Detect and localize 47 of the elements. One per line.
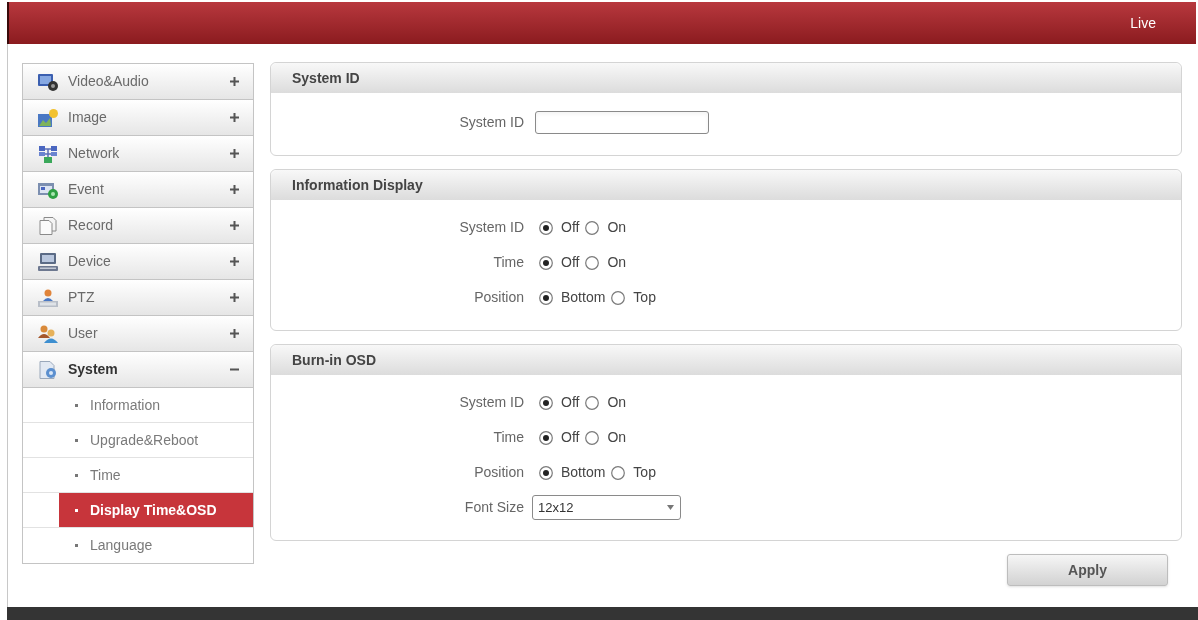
radio-option[interactable]: Bottom bbox=[539, 462, 606, 483]
radio-option[interactable]: Top bbox=[611, 462, 656, 483]
radio-option[interactable]: Off bbox=[539, 392, 580, 413]
caret-icon bbox=[667, 505, 674, 510]
radio-option[interactable]: Off bbox=[539, 427, 580, 448]
bullet-icon bbox=[75, 438, 78, 442]
bullet-icon bbox=[75, 473, 78, 477]
window-badge-icon bbox=[38, 180, 58, 199]
sidebar-subitem[interactable]: Upgrade&Reboot bbox=[59, 423, 253, 457]
bullet-icon bbox=[75, 403, 78, 407]
radio-option[interactable]: On bbox=[585, 252, 627, 273]
sidebar-subitem[interactable]: Display Time&OSD bbox=[59, 493, 253, 527]
field-label: Position bbox=[473, 463, 524, 482]
font-size-select[interactable]: 12x12 bbox=[532, 495, 681, 520]
panel-header: Information Display bbox=[271, 170, 1181, 200]
radio-option[interactable]: Top bbox=[611, 287, 656, 308]
apply-button[interactable]: Apply bbox=[1007, 554, 1168, 586]
bullet-icon bbox=[75, 508, 78, 512]
sidebar-subitem[interactable]: Time bbox=[59, 458, 253, 492]
field-label: System ID bbox=[458, 393, 524, 412]
field-label: Time bbox=[492, 428, 524, 447]
radio-option[interactable]: Bottom bbox=[539, 287, 606, 308]
panel-header: Burn-in OSD bbox=[271, 345, 1181, 375]
field-label: Position bbox=[473, 288, 524, 307]
sidebar-subitem[interactable]: Language bbox=[59, 528, 253, 563]
input-field[interactable] bbox=[535, 110, 709, 134]
network-icon bbox=[38, 144, 58, 163]
field-label: Time bbox=[492, 253, 524, 272]
radio-option[interactable]: On bbox=[585, 427, 627, 448]
document-gear-icon bbox=[38, 360, 58, 379]
panel-header: System ID bbox=[271, 63, 1181, 93]
users-icon bbox=[38, 324, 58, 343]
person-desk-icon bbox=[38, 288, 58, 307]
documents-icon bbox=[38, 216, 58, 235]
radio-option[interactable]: Off bbox=[539, 217, 580, 238]
radio-option[interactable]: On bbox=[585, 217, 627, 238]
field-label: System ID bbox=[458, 112, 524, 132]
monitor-camera-icon bbox=[38, 72, 58, 91]
bullet-icon bbox=[75, 544, 78, 547]
sidebar-subitem[interactable]: Information bbox=[59, 388, 253, 422]
field-label: System ID bbox=[458, 218, 524, 237]
picture-bulb-icon bbox=[38, 108, 58, 127]
radio-option[interactable]: On bbox=[585, 392, 627, 413]
live-link[interactable]: Live bbox=[1130, 12, 1156, 34]
computer-icon bbox=[38, 252, 58, 271]
field-label: Font Size bbox=[463, 498, 524, 517]
radio-option[interactable]: Off bbox=[539, 252, 580, 273]
